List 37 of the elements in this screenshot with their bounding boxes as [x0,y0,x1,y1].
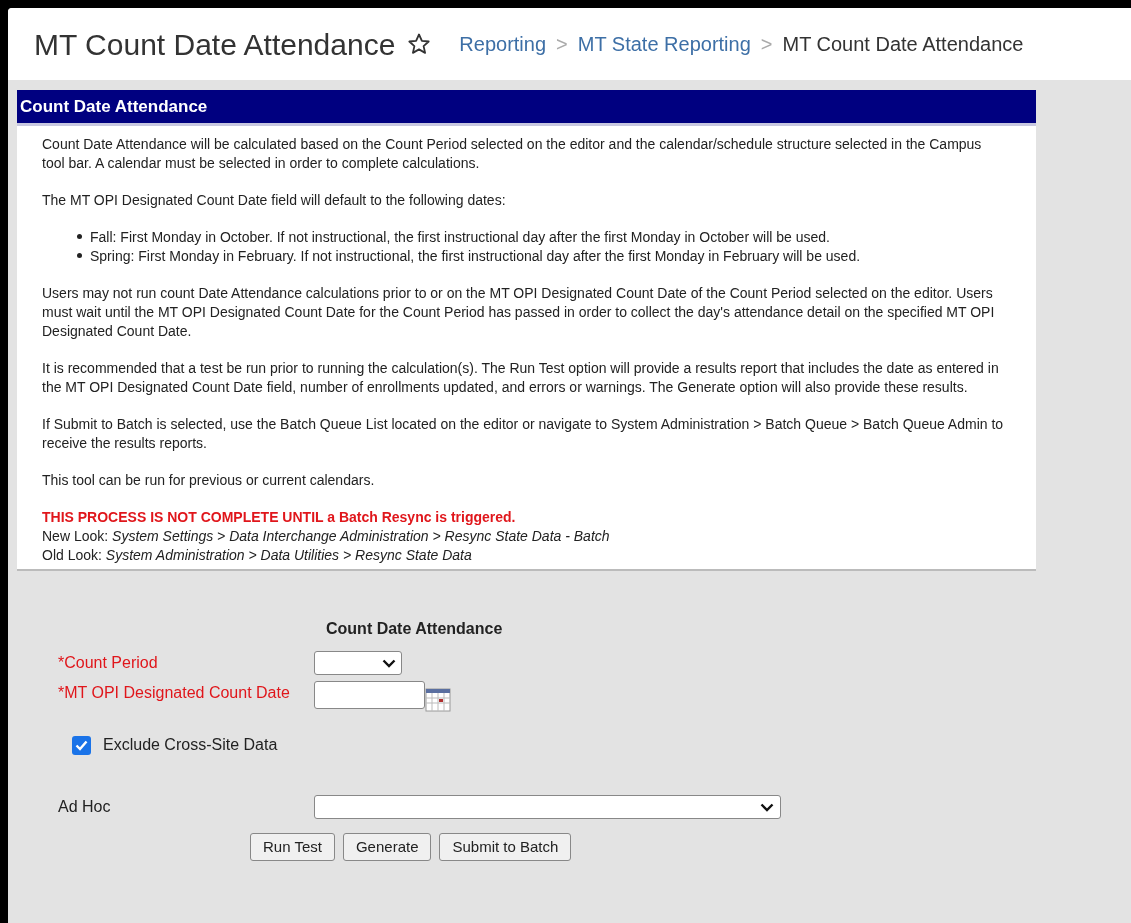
star-icon[interactable] [407,32,432,56]
date-input-field[interactable] [314,681,425,709]
bullet-text: Fall: First Monday in October. If not instructional, the first instructional day after the first Monday in October will be used. [90,228,830,247]
field-label: Ad Hoc [58,797,112,817]
checkmark-icon [75,739,88,751]
field-label: *Count Period [58,653,159,673]
info-paragraph: It is recommended that a test be run prior to running the calculation(s). The Run Test option will provide a results report that includes the date as entered in the MT OPI Designated Count Date field, number of enrollments updated, and errors or warnings. The Generate option will also provide these results. [42,359,1000,397]
action-button[interactable]: Submit to Batch [439,833,572,861]
page-title: MT Count Date Attendance [34,26,396,63]
chevron-down-icon [760,802,774,812]
ad-hoc-select[interactable] [314,795,781,819]
calendar-icon[interactable] [425,688,451,712]
bullet-icon [77,234,82,239]
breadcrumb-current: MT Count Date Attendance [782,32,1024,57]
menu-path-text: Old Look: System Administration > Data Utilities > Resync State Data [42,546,473,565]
panel-header: Count Date Attendance [17,90,1036,126]
checkbox[interactable] [72,735,91,755]
info-paragraph: Users may not run count Date Attendance calculations prior to or on the MT OPI Designated Count Date of the Count Period selected on the editor. Users must wait until the MT OPI Designated Count Date for the Count Period has passed in order to collect the day's attendance detail on the specified MT OPI Designated Count Date. [42,284,996,341]
checkbox-label: Exclude Cross-Site Data [103,735,278,755]
breadcrumb-separator: > [556,32,568,57]
form-title: Count Date Attendance [326,620,503,637]
bullet-text: Spring: First Monday in February. If not instructional, the first instructional day after the first Monday in February will be used. [90,247,861,266]
info-paragraph: If Submit to Batch is selected, use the Batch Queue List located on the editor or navigate to System Administration > Batch Queue > Batch Queue Admin to receive the results reports. [42,415,1005,453]
menu-path-text: New Look: System Settings > Data Interchange Administration > Resync State Data - Batch [42,527,611,546]
warning-text: THIS PROCESS IS NOT COMPLETE UNTIL a Batch Resync is triggered. [42,508,517,527]
count-period-select[interactable] [314,651,402,675]
info-paragraph: This tool can be run for previous or current calendars. [42,471,376,490]
info-paragraph: The MT OPI Designated Count Date field will default to the following dates: [42,191,507,210]
breadcrumb-separator: > [760,32,773,57]
action-button[interactable]: Run Test [250,833,335,861]
bullet-icon [77,253,82,258]
field-label: *MT OPI Designated Count Date [58,683,291,703]
breadcrumb-link[interactable]: MT State Reporting [577,29,751,59]
info-paragraph: Count Date Attendance will be calculated based on the Count Period selected on the editor and the calendar/schedule structure selected in the Campus tool bar. A calendar must be selected in order to complete calculations. [42,135,983,173]
breadcrumb-link[interactable]: Reporting [459,29,547,59]
chevron-down-icon [382,658,396,668]
action-button[interactable]: Generate [342,833,432,861]
